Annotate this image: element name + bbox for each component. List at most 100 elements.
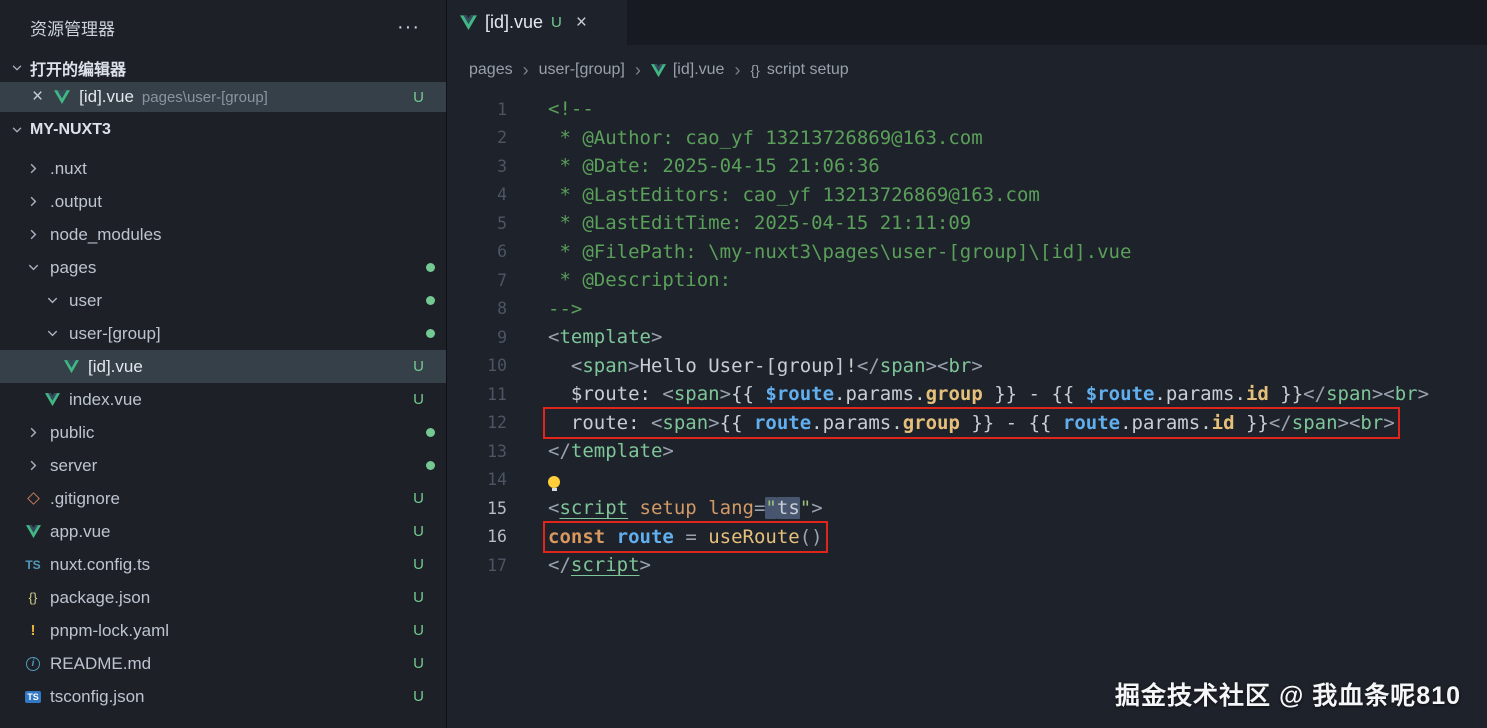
code-line[interactable]: 11 $route: <span>{{ $route.params.group … xyxy=(447,380,1487,409)
tree-item-id-vue[interactable]: [id].vue U xyxy=(0,350,446,383)
tab-close-icon[interactable]: × xyxy=(576,12,587,34)
tree-item-nuxt[interactable]: .nuxt xyxy=(0,152,446,185)
chevron-down-icon xyxy=(43,292,61,310)
tree-item-node-modules[interactable]: node_modules xyxy=(0,218,446,251)
tree-item-pnpm-lock-yaml[interactable]: ! pnpm-lock.yaml U xyxy=(0,614,446,647)
info-icon: i xyxy=(24,655,42,673)
code-line[interactable]: 3 * @Date: 2025-04-15 21:06:36 xyxy=(447,152,1487,181)
line-number[interactable]: 14 xyxy=(447,470,507,489)
close-icon[interactable]: × xyxy=(32,86,43,108)
open-editors-section-header[interactable]: 打开的编辑器 xyxy=(0,54,446,82)
line-number[interactable]: 1 xyxy=(447,100,507,119)
modified-dot xyxy=(426,461,435,470)
tree-item-readme-md[interactable]: i README.md U xyxy=(0,647,446,680)
code-line[interactable]: 16 const route = useRoute() xyxy=(447,520,1487,553)
code-line[interactable]: 14 xyxy=(447,466,1487,495)
tree-item-label: public xyxy=(50,422,95,442)
tree-item-user-group[interactable]: user-[group] xyxy=(0,317,446,350)
code-line[interactable]: 6 * @FilePath: \my-nuxt3\pages\user-[gro… xyxy=(447,238,1487,267)
chevron-right-icon xyxy=(24,226,42,244)
code-line[interactable]: 12 route: <span>{{ route.params.group }}… xyxy=(447,406,1487,439)
code-text-annotated: const route = useRoute() xyxy=(543,520,828,553)
code-line[interactable]: 9 <template> xyxy=(447,323,1487,352)
line-number[interactable]: 6 xyxy=(447,242,507,261)
code-line[interactable]: 13 </template> xyxy=(447,437,1487,466)
breadcrumb-separator-icon: › xyxy=(634,59,641,80)
tree-item-server[interactable]: server xyxy=(0,449,446,482)
tree-item-package-json[interactable]: {} package.json U xyxy=(0,581,446,614)
line-number[interactable]: 11 xyxy=(447,385,507,404)
modified-dot xyxy=(426,296,435,305)
line-number[interactable]: 4 xyxy=(447,185,507,204)
git-status-badge: U xyxy=(413,88,424,106)
code-line[interactable]: 10 <span>Hello User-[group]!</span><br> xyxy=(447,352,1487,381)
vue-icon xyxy=(62,358,80,376)
code-text: * @Date: 2025-04-15 21:06:36 xyxy=(548,155,880,178)
git-status-badge: U xyxy=(413,490,424,507)
code-line[interactable]: 17 </script> xyxy=(447,551,1487,580)
code-text: * @Description: xyxy=(548,269,743,292)
code-line[interactable]: 8 --> xyxy=(447,295,1487,324)
line-number[interactable]: 15 xyxy=(447,499,507,518)
code-text: </template> xyxy=(548,440,674,463)
more-actions-icon[interactable]: ··· xyxy=(397,16,420,39)
code-line[interactable]: 5 * @LastEditTime: 2025-04-15 21:11:09 xyxy=(447,209,1487,238)
git-status-badge: U xyxy=(413,688,424,705)
tab-label: [id].vue xyxy=(485,12,544,32)
code-line[interactable]: 2 * @Author: cao_yf 13213726869@163.com xyxy=(447,124,1487,153)
tree-item-gitignore[interactable]: .gitignore U xyxy=(0,482,446,515)
tree-item-label: server xyxy=(50,455,98,475)
tree-item-tsconfig-json[interactable]: TS tsconfig.json U xyxy=(0,680,446,713)
tree-item-nuxt-config-ts[interactable]: TS nuxt.config.ts U xyxy=(0,548,446,581)
lightbulb-icon[interactable] xyxy=(548,475,560,491)
open-editor-item[interactable]: × [id].vue pages\user-[group] U xyxy=(0,82,446,112)
chevron-down-icon xyxy=(43,325,61,343)
line-number[interactable]: 5 xyxy=(447,214,507,233)
modified-dot xyxy=(426,263,435,272)
line-number[interactable]: 3 xyxy=(447,157,507,176)
chevron-right-icon xyxy=(24,160,42,178)
breadcrumb-item[interactable]: pages xyxy=(469,61,513,79)
file-tree: .nuxt .output node_modulespages user user-[g… xyxy=(0,148,446,713)
line-number[interactable]: 2 xyxy=(447,128,507,147)
tree-item-pages[interactable]: pages xyxy=(0,251,446,284)
breadcrumb-item[interactable]: {} script setup xyxy=(750,61,848,79)
breadcrumb-item[interactable]: user-[group] xyxy=(539,61,625,79)
code-line[interactable]: 7 * @Description: xyxy=(447,266,1487,295)
git-status-badge: U xyxy=(413,358,424,375)
line-number[interactable]: 7 xyxy=(447,271,507,290)
tree-item-app-vue[interactable]: app.vue U xyxy=(0,515,446,548)
code-area[interactable]: 1 <!-- 2 * @Author: cao_yf 13213726869@163… xyxy=(447,95,1487,728)
line-number[interactable]: 16 xyxy=(447,527,507,546)
tree-item-label: .gitignore xyxy=(50,488,120,508)
line-number[interactable]: 9 xyxy=(447,328,507,347)
line-number[interactable]: 17 xyxy=(447,556,507,575)
vue-icon xyxy=(24,523,42,541)
project-section-header[interactable]: MY-NUXT3 xyxy=(0,112,446,148)
git-status-badge: U xyxy=(413,556,424,573)
code-line[interactable]: 4 * @LastEditors: cao_yf 13213726869@163… xyxy=(447,181,1487,210)
code-line[interactable]: 1 <!-- xyxy=(447,95,1487,124)
breadcrumb-item[interactable]: [id].vue xyxy=(650,61,724,79)
code-text: * @Author: cao_yf 13213726869@163.com xyxy=(548,126,983,149)
code-text: <span>Hello User-[group]!</span><br> xyxy=(570,354,983,377)
breadcrumb: pages › user-[group] › [id].vue › {} script set… xyxy=(447,45,1487,95)
line-number[interactable]: 10 xyxy=(447,356,507,375)
tree-item-label: node_modules xyxy=(50,224,162,244)
line-number[interactable]: 12 xyxy=(447,413,507,432)
explorer-sidebar: 资源管理器 ··· 打开的编辑器 × [id].vue pages\user-[… xyxy=(0,0,447,728)
tree-item-label: README.md xyxy=(50,653,152,673)
tree-item-output[interactable]: .output xyxy=(0,185,446,218)
code-line[interactable]: 15 <script setup lang="ts"> xyxy=(447,494,1487,523)
line-number[interactable]: 13 xyxy=(447,442,507,461)
tree-item-label: pages xyxy=(50,257,97,277)
code-text: <script setup lang="ts"> xyxy=(548,497,823,520)
tree-item-public[interactable]: public xyxy=(0,416,446,449)
vscode-window: 资源管理器 ··· 打开的编辑器 × [id].vue pages\user-[… xyxy=(0,0,1487,728)
tab-id-vue[interactable]: [id].vue U × xyxy=(447,0,627,45)
tree-item-index-vue[interactable]: index.vue U xyxy=(0,383,446,416)
tree-item-user[interactable]: user xyxy=(0,284,446,317)
line-number[interactable]: 8 xyxy=(447,299,507,318)
code-text: <!-- xyxy=(548,98,594,121)
chevron-down-icon xyxy=(24,259,42,277)
